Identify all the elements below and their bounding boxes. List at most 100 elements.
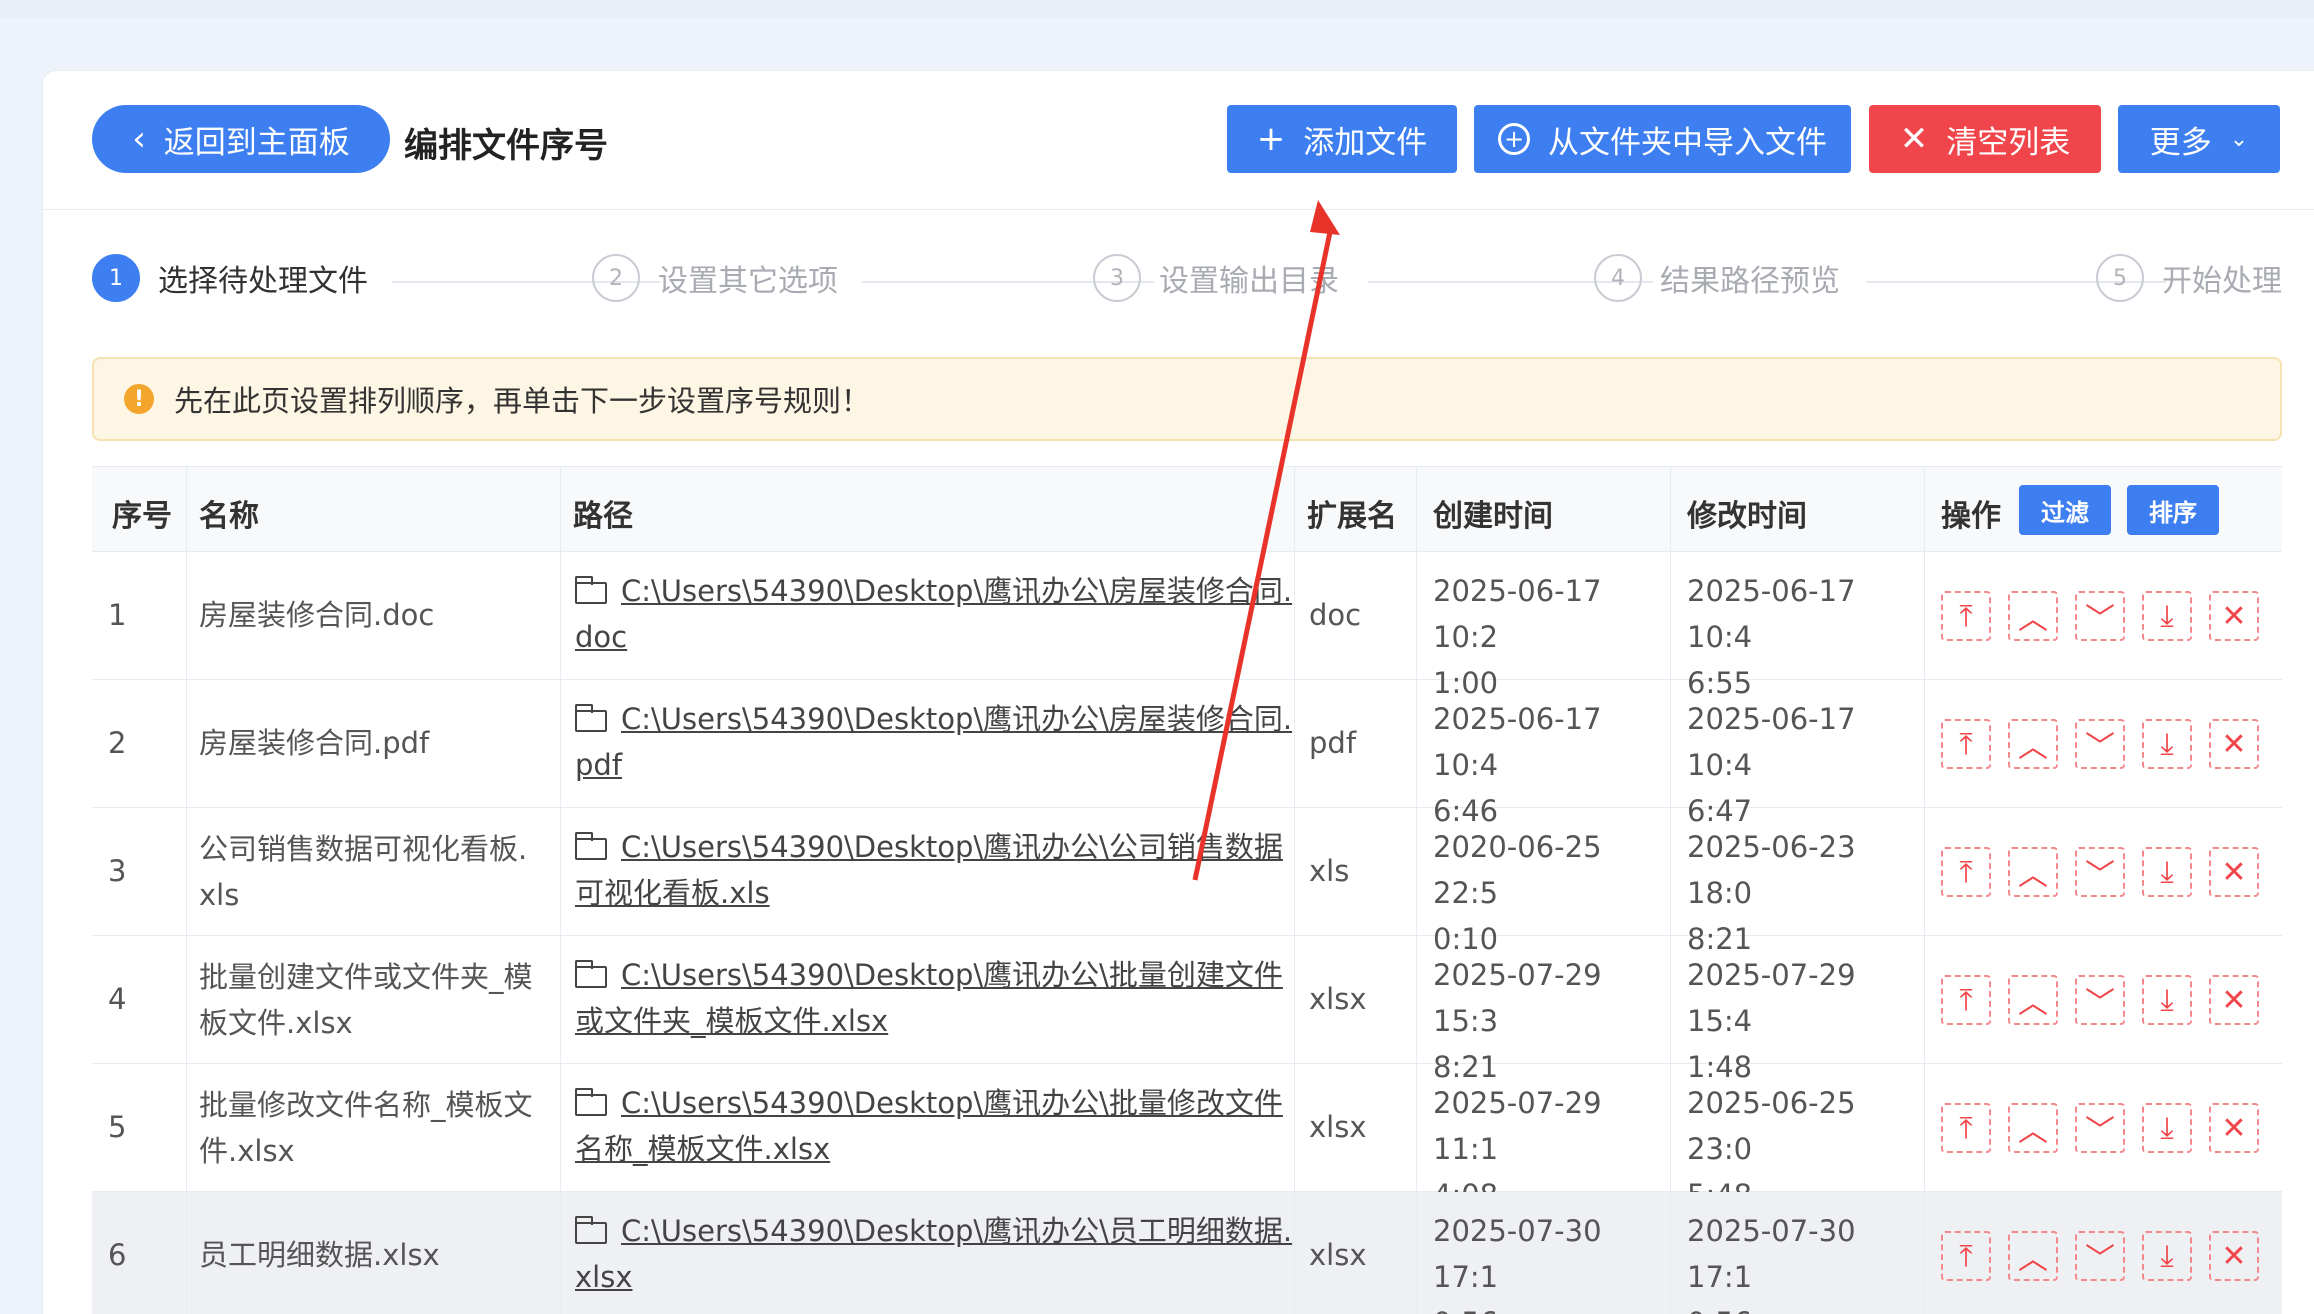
row-ext: pdf <box>1309 726 1357 760</box>
row-ext: xls <box>1309 854 1350 888</box>
row-path-line2[interactable]: 可视化看板.xls <box>575 876 770 910</box>
row-ops: ⤒ ︿ ﹀ ⤓ ✕ <box>1924 936 2282 1063</box>
row-mtime-line1: 2025-06-17 10:4 <box>1687 702 1856 782</box>
row-path-line2[interactable]: 名称_模板文件.xlsx <box>575 1132 830 1166</box>
header-no: 序号 <box>112 499 172 534</box>
row-name-line1: 公司销售数据可视化看板. <box>199 832 528 866</box>
row-path-line2[interactable]: doc <box>575 620 627 654</box>
back-to-dashboard-button[interactable]: ‹ 返回到主面板 <box>92 105 390 173</box>
row-ctime-line1: 2025-07-30 17:1 <box>1433 1214 1602 1294</box>
folder-icon[interactable] <box>575 960 607 988</box>
row-name: 员工明细数据.xlsx <box>199 1232 440 1278</box>
row-path[interactable]: C:\Users\54390\Desktop\鹰讯办公\批量修改文件名称_模板文… <box>575 1080 1283 1172</box>
row-path-line1[interactable]: C:\Users\54390\Desktop\鹰讯办公\房屋装修合同. <box>621 574 1292 608</box>
table-row[interactable]: 4 批量创建文件或文件夹_模 板文件.xlsx C:\Users\54390\Desk… <box>92 936 2282 1084</box>
folder-icon[interactable] <box>575 832 607 860</box>
row-ops: ⤒ ︿ ﹀ ⤓ ✕ <box>1924 808 2282 935</box>
move-up-icon[interactable]: ︿ <box>2008 591 2058 641</box>
row-mtime-line1: 2025-07-30 17:1 <box>1687 1214 1856 1294</box>
row-path-line1[interactable]: C:\Users\54390\Desktop\鹰讯办公\房屋装修合同. <box>621 702 1292 736</box>
move-bottom-icon[interactable]: ⤓ <box>2142 975 2192 1025</box>
row-name: 房屋装修合同.doc <box>199 592 434 638</box>
row-path-line1[interactable]: C:\Users\54390\Desktop\鹰讯办公\公司销售数据 <box>621 830 1283 864</box>
table-row[interactable]: 5 批量修改文件名称_模板文 件.xlsx C:\Users\54390\Deskto… <box>92 1064 2282 1212</box>
move-bottom-icon[interactable]: ⤓ <box>2142 1103 2192 1153</box>
move-bottom-icon[interactable]: ⤓ <box>2142 591 2192 641</box>
row-name-line2: 板文件.xlsx <box>199 1006 353 1040</box>
chevron-left-icon: ‹ <box>132 119 146 159</box>
remove-icon[interactable]: ✕ <box>2209 591 2259 641</box>
row-path[interactable]: C:\Users\54390\Desktop\鹰讯办公\公司销售数据可视化看板.… <box>575 824 1283 916</box>
move-up-icon[interactable]: ︿ <box>2008 847 2058 897</box>
move-top-icon[interactable]: ⤒ <box>1941 1231 1991 1281</box>
clear-list-button[interactable]: ✕ 清空列表 <box>1869 105 2101 173</box>
step-number: 4 <box>1594 254 1642 302</box>
remove-icon[interactable]: ✕ <box>2209 975 2259 1025</box>
header-mtime: 修改时间 <box>1687 499 1807 534</box>
row-ctime: 2025-07-30 17:1 0:56 <box>1433 1208 1670 1314</box>
filter-button[interactable]: 过滤 <box>2019 485 2111 535</box>
table-row[interactable]: 1 房屋装修合同.doc C:\Users\54390\Desktop\鹰讯办公\房… <box>92 552 2282 700</box>
move-down-icon[interactable]: ﹀ <box>2075 1103 2125 1153</box>
row-name: 批量创建文件或文件夹_模 板文件.xlsx <box>199 954 533 1046</box>
hint-alert: ! 先在此页设置排列顺序，再单击下一步设置序号规则！ <box>92 357 2282 441</box>
folder-icon[interactable] <box>575 704 607 732</box>
move-top-icon[interactable]: ⤒ <box>1941 975 1991 1025</box>
row-path[interactable]: C:\Users\54390\Desktop\鹰讯办公\房屋装修合同. pdf <box>575 696 1292 788</box>
move-up-icon[interactable]: ︿ <box>2008 1231 2058 1281</box>
step-5: 5 开始处理 <box>2096 254 2282 302</box>
move-top-icon[interactable]: ⤒ <box>1941 719 1991 769</box>
move-up-icon[interactable]: ︿ <box>2008 975 2058 1025</box>
row-name: 房屋装修合同.pdf <box>199 720 429 766</box>
header-name: 名称 <box>199 499 259 534</box>
move-top-icon[interactable]: ⤒ <box>1941 591 1991 641</box>
row-path-line1[interactable]: C:\Users\54390\Desktop\鹰讯办公\批量修改文件 <box>621 1086 1283 1120</box>
table-header-row: 序号 名称 路径 扩展名 创建时间 修改时间 操作 过滤 排序 <box>92 466 2282 552</box>
row-path[interactable]: C:\Users\54390\Desktop\鹰讯办公\员工明细数据. xlsx <box>575 1208 1292 1300</box>
move-top-icon[interactable]: ⤒ <box>1941 1103 1991 1153</box>
clear-label: 清空列表 <box>1946 124 2071 161</box>
row-path-line1[interactable]: C:\Users\54390\Desktop\鹰讯办公\批量创建文件 <box>621 958 1283 992</box>
remove-icon[interactable]: ✕ <box>2209 719 2259 769</box>
move-bottom-icon[interactable]: ⤓ <box>2142 847 2192 897</box>
row-ctime-line1: 2025-07-29 11:1 <box>1433 1086 1602 1166</box>
folder-icon[interactable] <box>575 1216 607 1244</box>
row-path-line2[interactable]: xlsx <box>575 1260 633 1294</box>
row-name-line1: 房屋装修合同.doc <box>199 598 435 632</box>
remove-icon[interactable]: ✕ <box>2209 1231 2259 1281</box>
row-path[interactable]: C:\Users\54390\Desktop\鹰讯办公\批量创建文件或文件夹_模… <box>575 952 1283 1044</box>
folder-icon[interactable] <box>575 1088 607 1116</box>
remove-icon[interactable]: ✕ <box>2209 847 2259 897</box>
move-bottom-icon[interactable]: ⤓ <box>2142 719 2192 769</box>
more-dropdown-button[interactable]: 更多 ⌄ <box>2118 105 2280 173</box>
table-row[interactable]: 6 员工明细数据.xlsx C:\Users\54390\Desktop\鹰讯办公\… <box>92 1192 2282 1314</box>
move-down-icon[interactable]: ﹀ <box>2075 719 2125 769</box>
row-path-line2[interactable]: 或文件夹_模板文件.xlsx <box>575 1004 888 1038</box>
row-mtime-line1: 2025-06-17 10:4 <box>1687 574 1856 654</box>
row-ctime-line1: 2025-07-29 15:3 <box>1433 958 1602 1038</box>
import-from-folder-button[interactable]: + 从文件夹中导入文件 <box>1474 105 1851 173</box>
step-4: 4 结果路径预览 <box>1594 254 1840 302</box>
remove-icon[interactable]: ✕ <box>2209 1103 2259 1153</box>
row-path-line1[interactable]: C:\Users\54390\Desktop\鹰讯办公\员工明细数据. <box>621 1214 1292 1248</box>
move-down-icon[interactable]: ﹀ <box>2075 847 2125 897</box>
row-no: 6 <box>108 1238 127 1272</box>
move-up-icon[interactable]: ︿ <box>2008 719 2058 769</box>
add-file-button[interactable]: + 添加文件 <box>1227 105 1457 173</box>
move-top-icon[interactable]: ⤒ <box>1941 847 1991 897</box>
row-path-line2[interactable]: pdf <box>575 748 622 782</box>
page-title: 编排文件序号 <box>404 126 608 166</box>
folder-icon[interactable] <box>575 576 607 604</box>
move-bottom-icon[interactable]: ⤓ <box>2142 1231 2192 1281</box>
move-down-icon[interactable]: ﹀ <box>2075 591 2125 641</box>
move-down-icon[interactable]: ﹀ <box>2075 1231 2125 1281</box>
row-path[interactable]: C:\Users\54390\Desktop\鹰讯办公\房屋装修合同. doc <box>575 568 1292 660</box>
move-down-icon[interactable]: ﹀ <box>2075 975 2125 1025</box>
row-ctime-line1: 2025-06-17 10:2 <box>1433 574 1602 654</box>
table-row[interactable]: 2 房屋装修合同.pdf C:\Users\54390\Desktop\鹰讯办公\房… <box>92 680 2282 828</box>
move-up-icon[interactable]: ︿ <box>2008 1103 2058 1153</box>
row-ext: xlsx <box>1309 1110 1367 1144</box>
sort-button[interactable]: 排序 <box>2127 485 2219 535</box>
table-row[interactable]: 3 公司销售数据可视化看板. xls C:\Users\54390\Desktop\鹰… <box>92 808 2282 956</box>
warning-icon: ! <box>124 384 154 414</box>
